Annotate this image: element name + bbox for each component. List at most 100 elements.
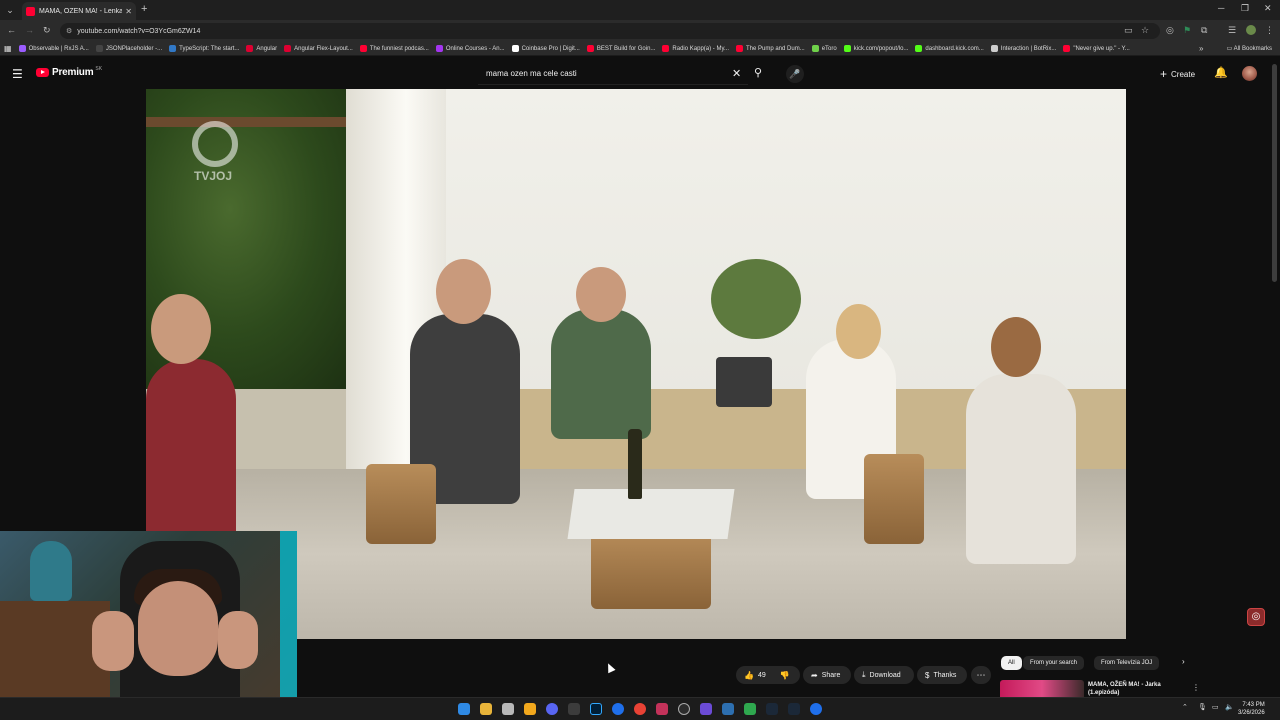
video-frame-beam xyxy=(146,117,356,127)
profile-avatar[interactable] xyxy=(1246,25,1256,35)
thanks-button[interactable]: $ Thanks xyxy=(917,666,967,684)
chrome-icon[interactable] xyxy=(634,703,646,715)
bookmark-label: Angular Flex-Layout... xyxy=(294,45,353,52)
app-icon[interactable] xyxy=(568,703,580,715)
chrome-menu-icon[interactable]: ⋮ xyxy=(1265,25,1274,36)
app-icon[interactable] xyxy=(678,703,690,715)
app-icon[interactable] xyxy=(656,703,668,715)
forward-icon[interactable]: → xyxy=(25,25,34,35)
sidebar-icon[interactable]: ☰ xyxy=(1228,25,1236,36)
chip-from-channel[interactable]: From Televízia JOJ xyxy=(1094,656,1160,670)
bookmark-item[interactable]: Coinbase Pro | Digit... xyxy=(511,45,580,52)
bookmark-item[interactable]: kick.com/popout/lo... xyxy=(843,45,908,52)
bookmark-item[interactable]: Online Courses - An... xyxy=(435,45,505,52)
extensions-puzzle-icon[interactable]: ⧉ xyxy=(1201,25,1207,36)
chip-all[interactable]: All xyxy=(1001,656,1022,670)
notifications-bell-icon[interactable]: 🔔 xyxy=(1214,66,1228,79)
champagne-bottle xyxy=(628,429,642,499)
bookmark-favicon-icon xyxy=(1063,45,1071,52)
minimize-icon[interactable]: ─ xyxy=(1218,3,1224,13)
bookmark-item[interactable]: The funniest podcas... xyxy=(359,45,429,52)
chevron-right-icon[interactable]: › xyxy=(1182,657,1185,666)
bookmark-item[interactable]: Angular Flex-Layout... xyxy=(284,45,353,52)
app-icon[interactable] xyxy=(722,703,734,715)
search-input[interactable]: mama ozen ma cele casti xyxy=(478,63,748,85)
apps-icon[interactable]: ▦ xyxy=(4,44,12,53)
bookmark-item[interactable]: JSONPlaceholder -... xyxy=(95,45,162,52)
app-icon[interactable] xyxy=(744,703,756,715)
more-bookmarks-icon[interactable]: » xyxy=(1199,44,1203,53)
logo-country-code: SK xyxy=(95,65,103,72)
bookmark-item[interactable]: TypeScript: The start... xyxy=(169,45,239,52)
bookmark-favicon-icon xyxy=(586,45,594,52)
reload-icon[interactable]: ↻ xyxy=(43,25,51,36)
like-count[interactable]: 49 xyxy=(758,672,766,679)
chip-from-search[interactable]: From your search xyxy=(1023,656,1085,670)
bookmark-item[interactable]: "Never give up." - Y... xyxy=(1063,45,1130,52)
url-field[interactable]: ⚙ youtube.com/watch?v=O3YcGm6ZW14 xyxy=(60,23,1160,39)
account-avatar[interactable] xyxy=(1242,66,1257,81)
dislike-icon[interactable]: 👎 xyxy=(780,671,790,680)
youtube-premium-logo[interactable]: Premium SK xyxy=(36,65,103,78)
app-icon[interactable] xyxy=(524,703,536,715)
microphone-icon[interactable]: 🎤 xyxy=(786,65,804,83)
bookmark-favicon-icon xyxy=(736,45,743,52)
bookmark-favicon-icon xyxy=(95,45,103,52)
bookmark-item[interactable]: Interaction | BotRix... xyxy=(990,45,1056,52)
steam-icon[interactable] xyxy=(766,703,778,715)
bookmark-item[interactable]: Observable | RxJS A... xyxy=(18,45,89,52)
share-button[interactable]: ➦ Share xyxy=(803,666,851,684)
search-query-text: mama ozen ma cele casti xyxy=(486,69,577,78)
more-actions-icon[interactable]: ⋯ xyxy=(971,666,991,684)
bookmark-favicon-icon xyxy=(284,45,292,52)
start-icon[interactable] xyxy=(458,703,470,715)
windows-taskbar: ⌃ 🎙 ▭ 🔈 7:43 PM 3/26/2026 xyxy=(0,697,1280,720)
page-scrollbar[interactable] xyxy=(1272,64,1277,282)
network-icon[interactable]: ▭ xyxy=(1212,703,1219,711)
mic-tray-icon[interactable]: 🎙 xyxy=(1198,703,1207,711)
app-icon[interactable] xyxy=(810,703,822,715)
download-button[interactable]: ⤓ Download xyxy=(854,666,914,684)
browser-tab[interactable]: MAMA, OŽEŇ MA! - Lenka (1./e ✕ xyxy=(22,2,136,20)
photoshop-icon[interactable] xyxy=(590,703,602,715)
volume-icon[interactable]: 🔈 xyxy=(1225,703,1234,711)
webcam-hand-right xyxy=(218,611,258,669)
file-explorer-icon[interactable] xyxy=(480,703,492,715)
install-app-icon[interactable]: ▭ xyxy=(1124,25,1133,36)
recommendation-title[interactable]: MAMA, OŽEŇ MA! - Jarka (1.epizóda) xyxy=(1088,681,1178,697)
maximize-icon[interactable]: ❐ xyxy=(1241,3,1249,14)
app-icon[interactable] xyxy=(700,703,712,715)
bookmark-favicon-icon xyxy=(811,45,819,52)
window-close-icon[interactable]: ✕ xyxy=(1264,3,1272,14)
download-label: Download xyxy=(869,671,901,679)
bookmark-item[interactable]: Angular xyxy=(246,45,277,52)
back-icon[interactable]: ← xyxy=(7,25,16,35)
recommendation-menu-icon[interactable]: ⋮ xyxy=(1192,683,1200,692)
bookmark-item[interactable]: eToro xyxy=(811,45,837,52)
create-button[interactable]: + Create xyxy=(1160,67,1195,81)
bookmark-item[interactable]: Radio Kapp(a) - My... xyxy=(662,45,729,52)
tab-close-icon[interactable]: ✕ xyxy=(125,7,132,16)
tab-search-icon[interactable]: ⌄ xyxy=(4,4,16,16)
like-icon[interactable]: 👍 xyxy=(744,671,754,680)
site-info-icon[interactable]: ⚙ xyxy=(66,27,72,35)
app-icon[interactable] xyxy=(502,703,514,715)
bookmark-star-icon[interactable]: ☆ xyxy=(1141,25,1149,36)
webcam-overlay xyxy=(0,531,297,720)
search-icon[interactable]: ⚲ xyxy=(754,66,762,79)
clear-search-icon[interactable]: ✕ xyxy=(732,67,741,80)
extension-icon[interactable]: ◎ xyxy=(1166,25,1174,36)
steam-icon[interactable] xyxy=(788,703,800,715)
extension-icon[interactable]: ⚑ xyxy=(1183,25,1191,36)
bookmark-item[interactable]: dashboard.kick.com... xyxy=(915,45,984,52)
guide-menu-icon[interactable]: ☰ xyxy=(12,67,23,81)
discord-icon[interactable] xyxy=(546,703,558,715)
new-tab-icon[interactable]: + xyxy=(141,3,147,15)
bookmark-item[interactable]: BEST Build for Goin... xyxy=(586,45,655,52)
all-bookmarks-button[interactable]: ▭ All Bookmarks xyxy=(1227,45,1272,52)
system-clock[interactable]: 7:43 PM 3/26/2026 xyxy=(1238,701,1265,717)
app-icon[interactable] xyxy=(612,703,624,715)
bookmark-item[interactable]: The Pump and Dum... xyxy=(736,45,805,52)
tray-chevron-icon[interactable]: ⌃ xyxy=(1182,703,1188,711)
channel-badge-icon[interactable]: ◎ xyxy=(1247,608,1265,626)
